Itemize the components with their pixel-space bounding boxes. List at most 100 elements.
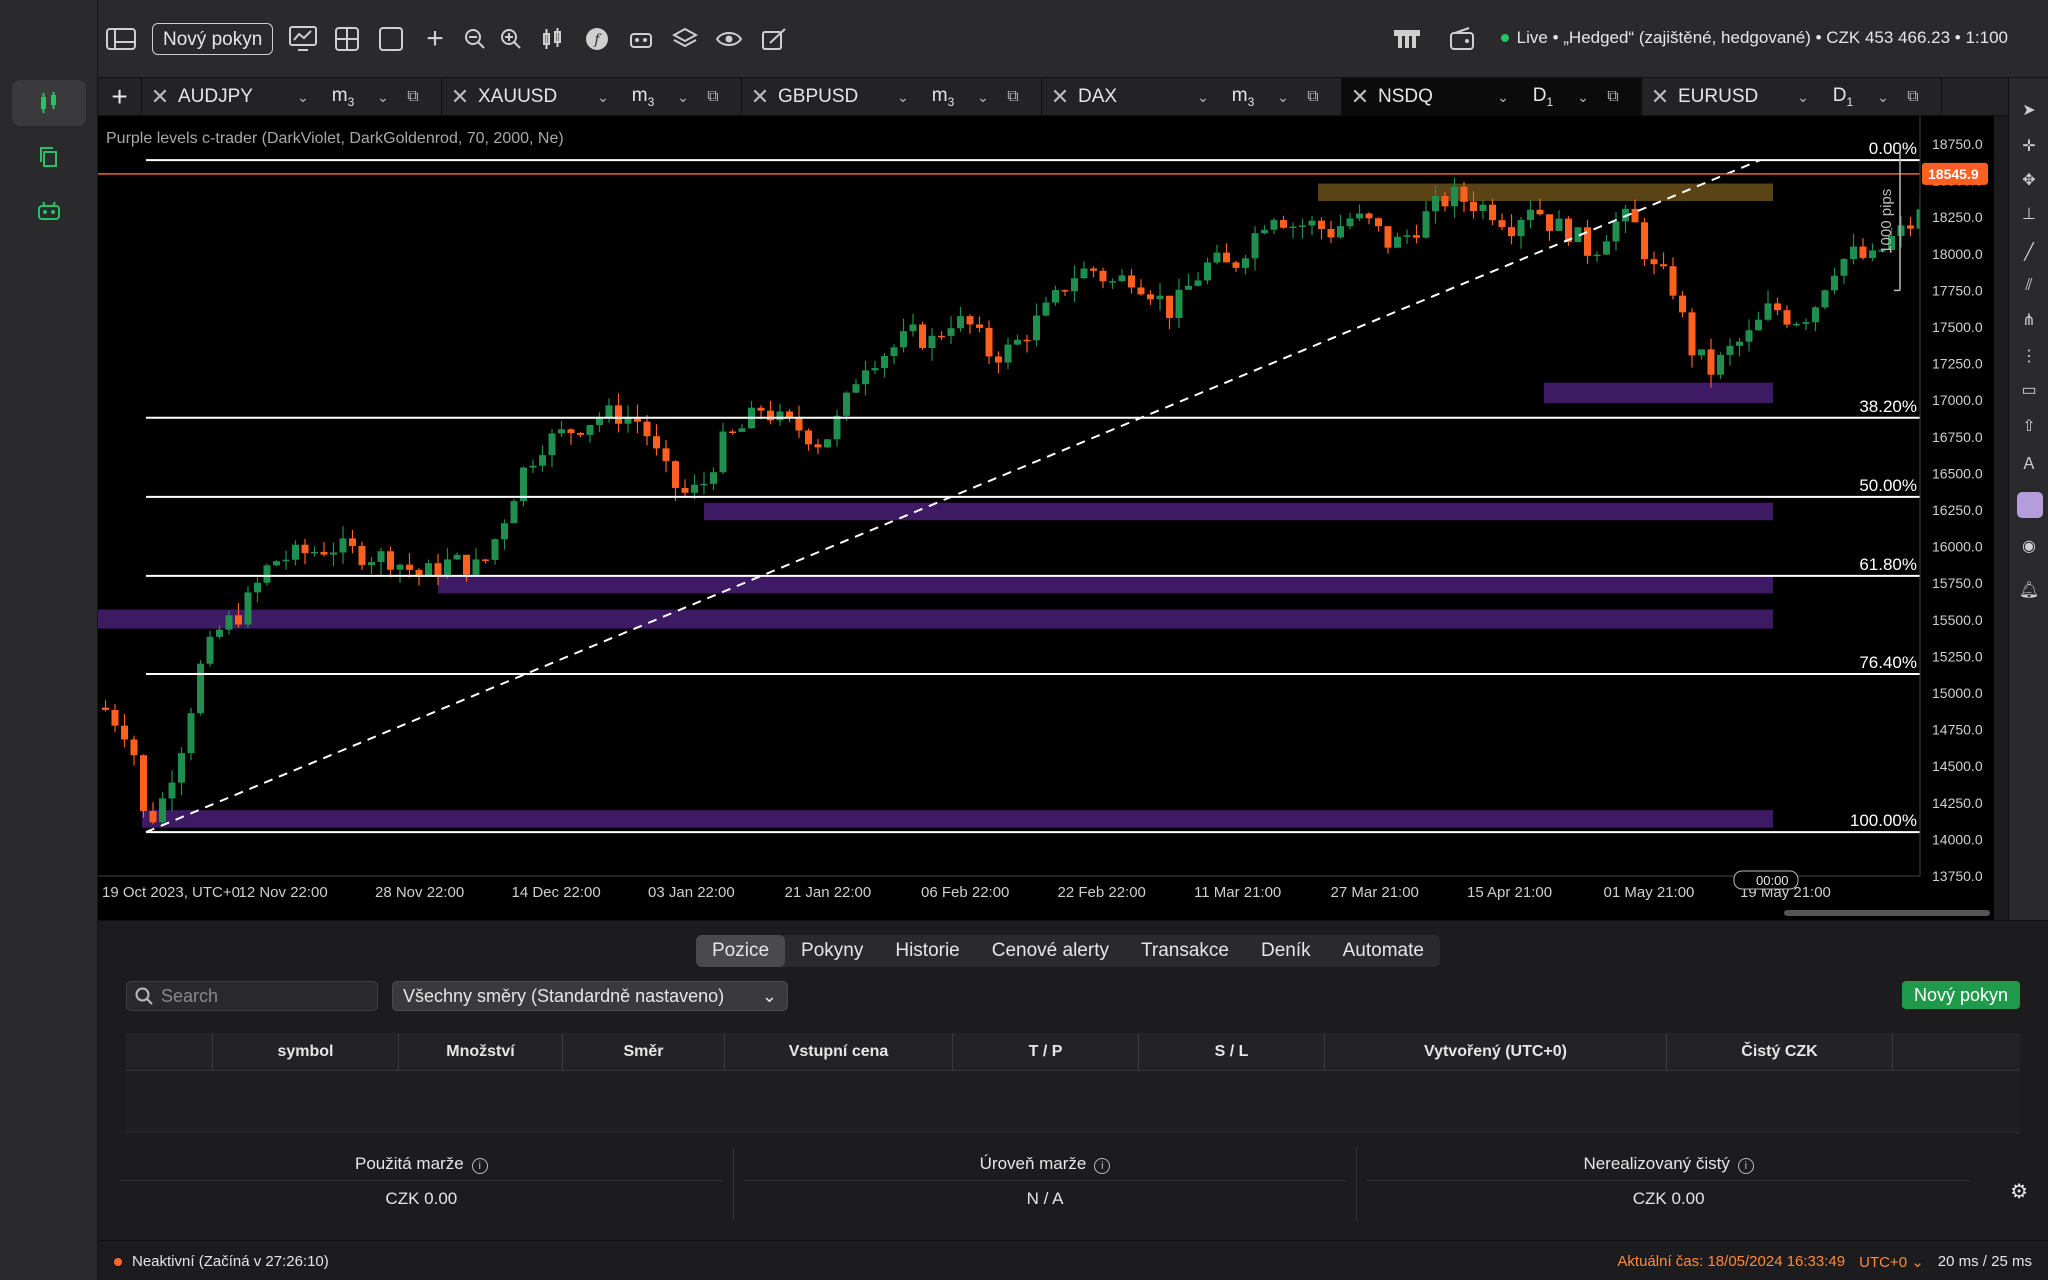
timeframe-select[interactable]: D1 xyxy=(1518,85,1568,109)
account-status[interactable]: Live • „Hedged“ (zajištěné, hedgované) •… xyxy=(1500,28,2008,48)
layout-icon[interactable] xyxy=(106,24,136,54)
info-icon[interactable]: i xyxy=(1094,1158,1111,1174)
column-header[interactable] xyxy=(1892,1033,2010,1071)
market-icon[interactable] xyxy=(1392,24,1422,54)
copy-icon[interactable] xyxy=(12,134,86,180)
column-header[interactable]: Čistý CZK xyxy=(1666,1033,1892,1071)
panel-tab-3[interactable]: Cenové alerty xyxy=(976,935,1125,967)
add-chart-tab-button[interactable]: + xyxy=(98,78,142,116)
chart-tab-eurusd[interactable]: ✕ EURUSD ⌄ D1 ⌄ ⧉ xyxy=(1642,78,1942,116)
function-icon[interactable]: f xyxy=(582,24,612,54)
close-icon[interactable]: ✕ xyxy=(1042,84,1078,110)
panel-tab-4[interactable]: Transakce xyxy=(1125,935,1245,967)
close-icon[interactable]: ✕ xyxy=(442,84,478,110)
color-swatch[interactable] xyxy=(2017,492,2043,518)
popout-icon[interactable]: ⧉ xyxy=(698,88,728,106)
wallet-icon[interactable] xyxy=(1448,24,1478,54)
panel-tab-1[interactable]: Pokyny xyxy=(785,935,879,967)
chart-horizontal-scrollbar[interactable] xyxy=(1784,910,1990,916)
close-icon[interactable]: ✕ xyxy=(1642,84,1678,110)
chevron-down-icon[interactable]: ⌄ xyxy=(1188,89,1218,106)
chevron-down-icon[interactable]: ⌄ xyxy=(588,89,618,106)
chevron-down-icon[interactable]: ⌄ xyxy=(288,89,318,106)
column-header[interactable]: Směr xyxy=(562,1033,724,1071)
panel-tab-2[interactable]: Historie xyxy=(879,935,975,967)
layers-icon[interactable] xyxy=(670,24,700,54)
popout-icon[interactable]: ⧉ xyxy=(1598,88,1628,106)
robot-icon[interactable] xyxy=(626,24,656,54)
chevron-down-icon[interactable]: ⌄ xyxy=(888,89,918,106)
fibonacci-icon[interactable]: ⋮ xyxy=(2017,344,2041,368)
cursor-icon[interactable]: ➤ xyxy=(2017,98,2041,122)
automate-robot-icon[interactable] xyxy=(12,188,86,234)
popout-icon[interactable]: ⧉ xyxy=(1298,88,1328,106)
measure-icon[interactable]: ⊥ xyxy=(2017,202,2041,226)
text-icon[interactable]: Ａ xyxy=(2017,450,2041,474)
bell-icon[interactable]: 🔔︎ xyxy=(2017,578,2041,602)
popout-icon[interactable]: ⧉ xyxy=(998,88,1028,106)
timeframe-select[interactable]: D1 xyxy=(1818,85,1868,109)
chevron-down-icon[interactable]: ⌄ xyxy=(1488,89,1518,106)
chart-tab-xauusd[interactable]: ✕ XAUUSD ⌄ m3 ⌄ ⧉ xyxy=(442,78,742,116)
chevron-down-icon[interactable]: ⌄ xyxy=(668,89,698,106)
info-icon[interactable]: i xyxy=(1737,1158,1754,1174)
eye-icon[interactable] xyxy=(714,24,744,54)
camera-icon[interactable]: ◉ xyxy=(2017,534,2041,558)
timezone-select[interactable]: UTC+0 ⌄ xyxy=(1859,1253,1924,1271)
chart-monitor-icon[interactable] xyxy=(288,24,318,54)
move-icon[interactable]: ✥ xyxy=(2017,168,2041,192)
column-header[interactable]: Vytvořený (UTC+0) xyxy=(1324,1033,1666,1071)
chart-tab-audjpy[interactable]: ✕ AUDJPY ⌄ m3 ⌄ ⧉ xyxy=(142,78,442,116)
new-order-button-panel[interactable]: Nový pokyn xyxy=(1901,981,2020,1009)
direction-select[interactable]: Všechny směry (Standardně nastaveno) ⌄ xyxy=(392,981,788,1011)
panel-tab-0[interactable]: Pozice xyxy=(696,935,786,967)
square-icon[interactable] xyxy=(376,24,406,54)
column-header[interactable]: symbol xyxy=(212,1033,398,1071)
price-chart[interactable]: 0.00% 38.20% 50.00% 61.80% 76.40% 100.00% 1000… xyxy=(98,116,1994,920)
search-box[interactable] xyxy=(126,981,378,1011)
popout-icon[interactable]: ⧉ xyxy=(1898,88,1928,106)
panel-tab-5[interactable]: Deník xyxy=(1245,935,1327,967)
timeframe-select[interactable]: m3 xyxy=(1218,85,1268,109)
chevron-down-icon[interactable]: ⌄ xyxy=(1268,89,1298,106)
zoom-in-icon[interactable] xyxy=(496,24,526,54)
close-icon[interactable]: ✕ xyxy=(142,84,178,110)
chevron-down-icon[interactable]: ⌄ xyxy=(1868,89,1898,106)
popout-icon[interactable]: ⧉ xyxy=(398,88,428,106)
chart-canvas[interactable]: 0.00% 38.20% 50.00% 61.80% 76.40% 100.00% 1000… xyxy=(98,116,1994,920)
chart-tab-dax[interactable]: ✕ DAX ⌄ m3 ⌄ ⧉ xyxy=(1042,78,1342,116)
new-order-button[interactable]: Nový pokyn xyxy=(152,23,274,55)
column-header[interactable]: S / L xyxy=(1138,1033,1324,1071)
info-icon[interactable]: i xyxy=(471,1158,488,1174)
search-input[interactable] xyxy=(161,985,361,1007)
plus-icon[interactable]: + xyxy=(420,22,450,55)
chevron-down-icon[interactable]: ⌄ xyxy=(968,89,998,106)
chevron-down-icon[interactable]: ⌄ xyxy=(1568,89,1598,106)
chart-tab-gbpusd[interactable]: ✕ GBPUSD ⌄ m3 ⌄ ⧉ xyxy=(742,78,1042,116)
timeframe-select[interactable]: m3 xyxy=(918,85,968,109)
crosshair-icon[interactable]: ✛ xyxy=(2017,134,2041,158)
timeframe-select[interactable]: m3 xyxy=(318,85,368,109)
chevron-down-icon[interactable]: ⌄ xyxy=(1788,89,1818,106)
edit-icon[interactable] xyxy=(760,24,790,54)
column-header[interactable]: T / P xyxy=(952,1033,1138,1071)
timeframe-select[interactable]: m3 xyxy=(618,85,668,109)
chevron-down-icon[interactable]: ⌄ xyxy=(368,89,398,106)
panel-tab-6[interactable]: Automate xyxy=(1327,935,1440,967)
trade-icon[interactable] xyxy=(12,80,86,126)
pitchfork-icon[interactable]: ⋔ xyxy=(2017,308,2041,332)
column-header[interactable]: Vstupní cena xyxy=(724,1033,952,1071)
chart-tab-nsdq[interactable]: ✕ NSDQ ⌄ D1 ⌄ ⧉ xyxy=(1342,78,1642,116)
channel-icon[interactable]: ⫽ xyxy=(2017,274,2041,298)
column-header[interactable]: Množství xyxy=(398,1033,562,1071)
indicator-label[interactable]: Purple levels c-trader (DarkViolet, Dark… xyxy=(106,130,564,148)
candles-icon[interactable] xyxy=(538,24,568,54)
grid-icon[interactable] xyxy=(332,24,362,54)
arrow-up-icon[interactable]: ⇧ xyxy=(2017,414,2041,438)
close-icon[interactable]: ✕ xyxy=(742,84,778,110)
column-header[interactable] xyxy=(126,1033,212,1071)
line-icon[interactable]: ╱ xyxy=(2017,240,2041,264)
zoom-out-icon[interactable] xyxy=(460,24,490,54)
close-icon[interactable]: ✕ xyxy=(1342,84,1378,110)
gear-icon[interactable]: ⚙ xyxy=(2010,1179,2028,1204)
